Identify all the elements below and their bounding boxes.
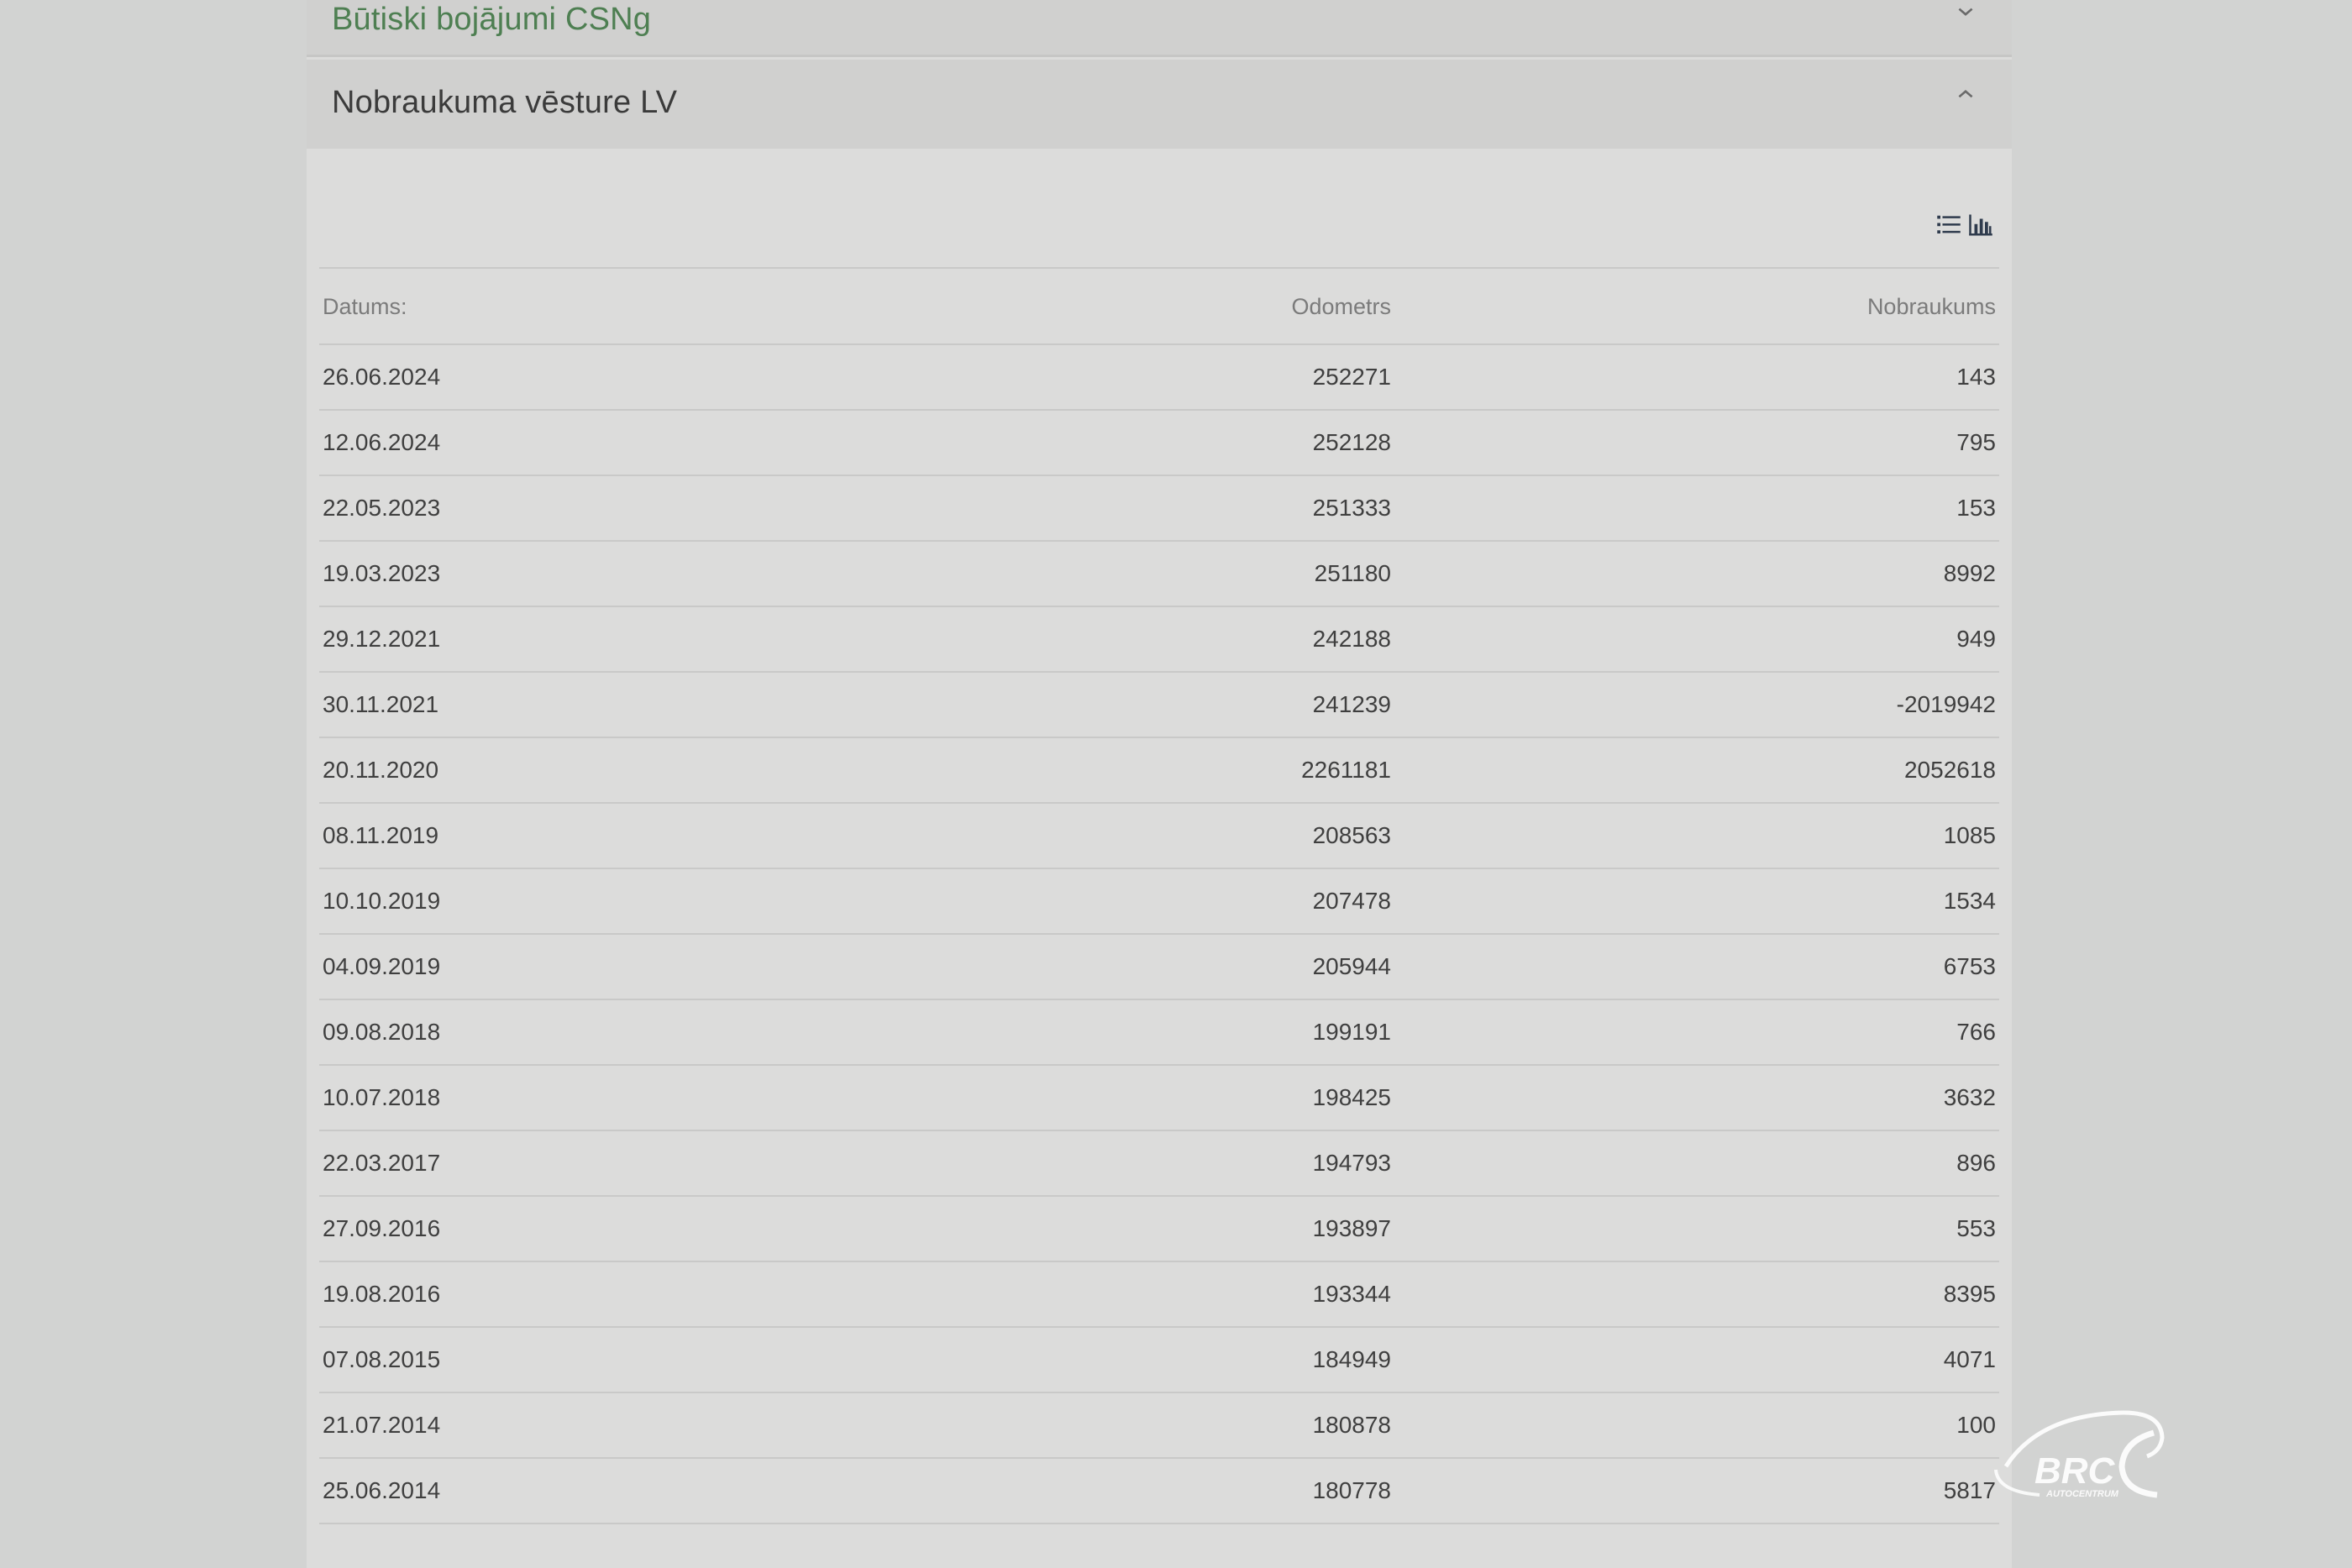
row-odometer: 208563 <box>924 803 1394 869</box>
brc-watermark-logo: BRC AUTOCENTRUM <box>1994 1410 2165 1499</box>
row-distance: 896 <box>1394 1130 1999 1197</box>
table-top-divider <box>319 267 1999 269</box>
row-distance: 3632 <box>1394 1065 1999 1131</box>
row-date: 09.08.2018 <box>319 999 924 1066</box>
table-row: 29.12.2021 242188 949 <box>319 606 1999 673</box>
table-row: 22.03.2017 194793 896 <box>319 1130 1999 1197</box>
row-date: 22.03.2017 <box>319 1130 924 1197</box>
view-toggle-group <box>1936 212 1993 238</box>
row-distance: 143 <box>1394 344 1999 411</box>
row-date: 25.06.2014 <box>319 1458 924 1524</box>
row-date: 19.03.2023 <box>319 541 924 607</box>
row-distance: 5817 <box>1394 1458 1999 1524</box>
row-date: 27.09.2016 <box>319 1196 924 1262</box>
row-date: 29.12.2021 <box>319 606 924 673</box>
row-odometer: 252271 <box>924 344 1394 411</box>
table-row: 26.06.2024 252271 143 <box>319 344 1999 411</box>
row-odometer: 252128 <box>924 410 1394 476</box>
accordion-header-damage[interactable]: Būtiski bojājumi CSNg <box>307 0 2012 57</box>
row-date: 19.08.2016 <box>319 1261 924 1328</box>
row-odometer: 194793 <box>924 1130 1394 1197</box>
watermark-subtitle-text: AUTOCENTRUM <box>2045 1489 2119 1499</box>
row-odometer: 198425 <box>924 1065 1394 1131</box>
bar-chart-icon[interactable] <box>1968 212 1993 238</box>
page-content: Būtiski bojājumi CSNg Nobraukuma vēsture… <box>307 0 2012 1568</box>
row-distance: 2052618 <box>1394 737 1999 804</box>
row-date: 20.11.2020 <box>319 737 924 804</box>
row-odometer-anomaly: 241239 <box>924 672 1394 738</box>
row-distance: 8992 <box>1394 541 1999 607</box>
row-distance: 795 <box>1394 410 1999 476</box>
row-date: 30.11.2021 <box>319 672 924 738</box>
row-distance: -2019942 <box>1394 672 1999 738</box>
header-odometer: Odometrs <box>924 270 1394 345</box>
row-date: 08.11.2019 <box>319 803 924 869</box>
row-odometer: 251180 <box>924 541 1394 607</box>
table-row: 19.08.2016 193344 8395 <box>319 1261 1999 1328</box>
row-distance: 4071 <box>1394 1327 1999 1393</box>
row-odometer: 180878 <box>924 1392 1394 1459</box>
row-distance: 1534 <box>1394 868 1999 935</box>
chevron-up-icon <box>1958 90 1973 98</box>
row-odometer: 184949 <box>924 1327 1394 1393</box>
chevron-down-icon <box>1958 8 1973 16</box>
row-date: 10.10.2019 <box>319 868 924 935</box>
table-row: 07.08.2015 184949 4071 <box>319 1327 1999 1393</box>
row-odometer: 207478 <box>924 868 1394 935</box>
accordion-header-mileage[interactable]: Nobraukuma vēsture LV <box>307 60 2012 149</box>
row-distance: 153 <box>1394 475 1999 542</box>
mileage-history-table: Datums: Odometrs Nobraukums 26.06.2024 2… <box>319 270 1999 1524</box>
row-date: 22.05.2023 <box>319 475 924 542</box>
row-distance: 766 <box>1394 999 1999 1066</box>
row-date: 12.06.2024 <box>319 410 924 476</box>
row-date: 04.09.2019 <box>319 934 924 1000</box>
row-distance: 6753 <box>1394 934 1999 1000</box>
row-date: 07.08.2015 <box>319 1327 924 1393</box>
table-row: 25.06.2014 180778 5817 <box>319 1458 1999 1524</box>
row-odometer: 2261181 <box>924 737 1394 804</box>
row-odometer: 193897 <box>924 1196 1394 1262</box>
row-odometer: 242188 <box>924 606 1394 673</box>
accordion-title-damage: Būtiski bojājumi CSNg <box>332 2 652 37</box>
table-row: 19.03.2023 251180 8992 <box>319 541 1999 607</box>
table-row: 10.10.2019 207478 1534 <box>319 868 1999 935</box>
header-distance: Nobraukums <box>1394 270 1999 345</box>
row-date: 10.07.2018 <box>319 1065 924 1131</box>
row-distance: 1085 <box>1394 803 1999 869</box>
table-row-anomaly: 30.11.2021 241239 -2019942 <box>319 672 1999 738</box>
table-row: 12.06.2024 252128 795 <box>319 410 1999 476</box>
row-odometer: 193344 <box>924 1261 1394 1328</box>
accordion-title-mileage: Nobraukuma vēsture LV <box>332 85 678 120</box>
table-row: 20.11.2020 2261181 2052618 <box>319 737 1999 804</box>
table-row: 27.09.2016 193897 553 <box>319 1196 1999 1262</box>
table-row: 10.07.2018 198425 3632 <box>319 1065 1999 1131</box>
row-odometer: 199191 <box>924 999 1394 1066</box>
table-row: 21.07.2014 180878 100 <box>319 1392 1999 1459</box>
row-date: 26.06.2024 <box>319 344 924 411</box>
row-date: 21.07.2014 <box>319 1392 924 1459</box>
row-odometer: 251333 <box>924 475 1394 542</box>
watermark-brand-text: BRC <box>2034 1450 2116 1492</box>
table-row: 22.05.2023 251333 153 <box>319 475 1999 542</box>
table-row: 09.08.2018 199191 766 <box>319 999 1999 1066</box>
row-distance: 100 <box>1394 1392 1999 1459</box>
table-row: 08.11.2019 208563 1085 <box>319 803 1999 869</box>
row-distance: 949 <box>1394 606 1999 673</box>
header-date: Datums: <box>319 270 924 345</box>
row-odometer: 205944 <box>924 934 1394 1000</box>
list-icon[interactable] <box>1936 212 1961 238</box>
table-header-row: Datums: Odometrs Nobraukums <box>319 270 1999 345</box>
row-odometer: 180778 <box>924 1458 1394 1524</box>
row-distance: 8395 <box>1394 1261 1999 1328</box>
row-distance: 553 <box>1394 1196 1999 1262</box>
table-row: 04.09.2019 205944 6753 <box>319 934 1999 1000</box>
